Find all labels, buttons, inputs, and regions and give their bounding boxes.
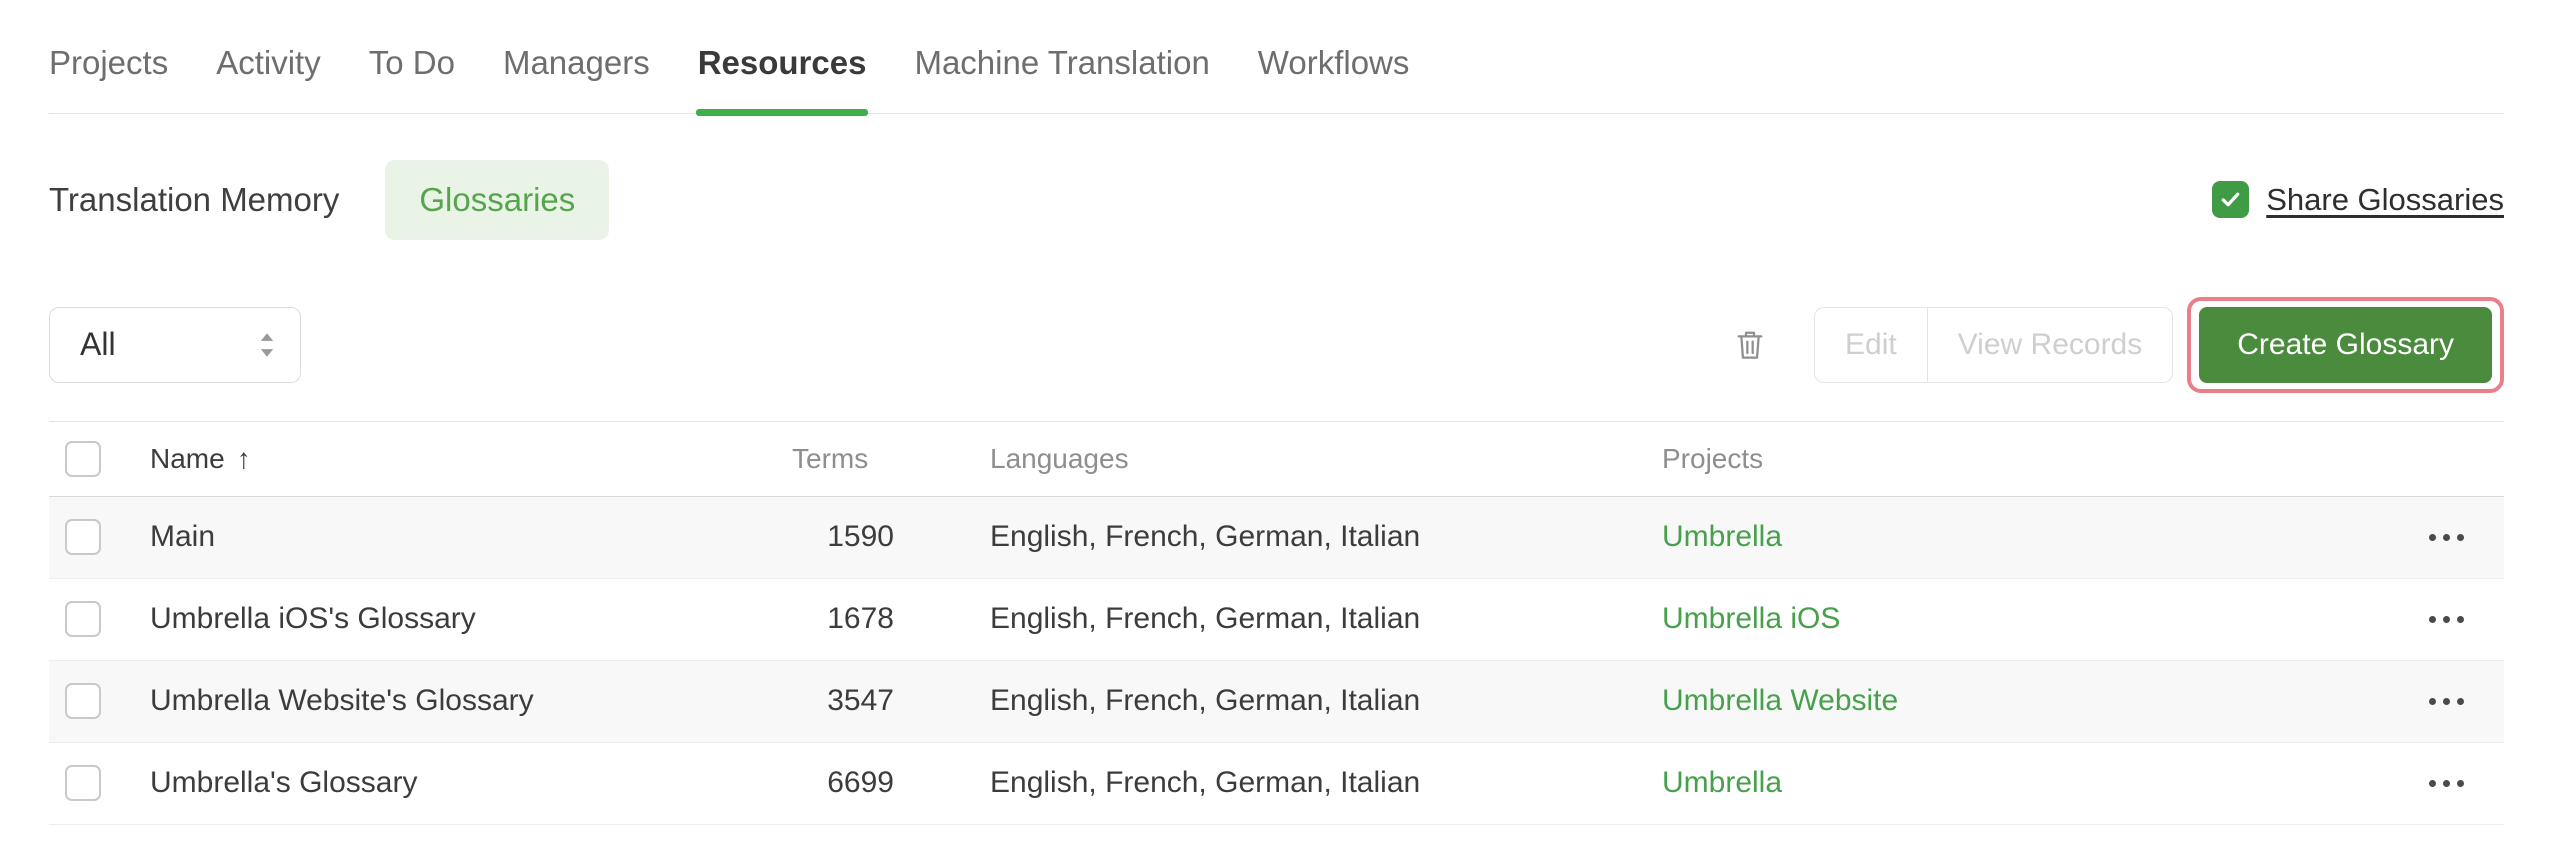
- row-checkbox[interactable]: [65, 519, 101, 556]
- resources-subheader: Translation Memory Glossaries Share Glos…: [49, 159, 2504, 240]
- tab-activity[interactable]: Activity: [216, 44, 321, 82]
- row-actions-button[interactable]: [2349, 743, 2464, 824]
- tab-translation-memory[interactable]: Translation Memory: [49, 181, 339, 219]
- create-glossary-highlight: Create Glossary: [2187, 296, 2504, 393]
- table-row: Umbrella Website's Glossary 3547 English…: [49, 660, 2504, 743]
- row-checkbox[interactable]: [65, 765, 101, 802]
- edit-button[interactable]: Edit: [1814, 306, 1927, 383]
- delete-button[interactable]: [1734, 327, 1766, 363]
- trash-icon: [1737, 331, 1763, 359]
- table-row: Main 1590 English, French, German, Itali…: [49, 496, 2504, 579]
- project-link[interactable]: Umbrella: [1662, 766, 1782, 799]
- create-glossary-button[interactable]: Create Glossary: [2199, 306, 2492, 383]
- column-header-name-label: Name: [150, 442, 225, 474]
- column-header-languages: Languages: [894, 420, 1662, 497]
- glossary-terms-count: 1590: [792, 496, 894, 579]
- glossary-name: Umbrella iOS's Glossary: [150, 578, 792, 661]
- row-checkbox[interactable]: [65, 601, 101, 638]
- glossary-filter-value: All: [80, 326, 116, 363]
- glossary-languages: English, French, German, Italian: [894, 742, 1662, 825]
- project-link[interactable]: Umbrella: [1662, 520, 1782, 553]
- table-header-row: Name ↑ Terms Languages Projects: [49, 420, 2504, 497]
- toolbar-actions: Edit View Records Create Glossary: [1734, 296, 2504, 393]
- main-nav: Projects Activity To Do Managers Resourc…: [49, 0, 2504, 116]
- glossary-name: Umbrella's Glossary: [150, 742, 792, 825]
- tab-glossaries[interactable]: Glossaries: [385, 159, 610, 240]
- table-row: Umbrella iOS's Glossary 1678 English, Fr…: [49, 578, 2504, 661]
- ellipsis-icon: [2429, 697, 2436, 705]
- glossary-filter-select[interactable]: All: [49, 306, 301, 383]
- column-header-name[interactable]: Name ↑: [150, 420, 792, 497]
- glossary-languages: English, French, German, Italian: [894, 660, 1662, 743]
- column-header-terms: Terms: [792, 420, 894, 497]
- row-actions-button[interactable]: [2349, 579, 2464, 660]
- glossary-languages: English, French, German, Italian: [894, 578, 1662, 661]
- column-header-projects: Projects: [1662, 420, 2349, 497]
- tab-to-do[interactable]: To Do: [369, 44, 455, 82]
- glossary-languages: English, French, German, Italian: [894, 496, 1662, 579]
- ellipsis-icon: [2429, 533, 2436, 541]
- row-checkbox[interactable]: [65, 683, 101, 720]
- glossary-terms-count: 1678: [792, 578, 894, 661]
- glossary-terms-count: 6699: [792, 742, 894, 825]
- glossary-name: Umbrella Website's Glossary: [150, 660, 792, 743]
- tab-projects[interactable]: Projects: [49, 44, 168, 82]
- share-glossaries-checkbox[interactable]: [2212, 181, 2250, 219]
- sort-ascending-icon: ↑: [236, 442, 251, 474]
- ellipsis-icon: [2429, 779, 2436, 787]
- tab-managers[interactable]: Managers: [503, 44, 650, 82]
- column-header-actions: [2349, 420, 2504, 497]
- table-row: Umbrella's Glossary 6699 English, French…: [49, 742, 2504, 825]
- ellipsis-icon: [2429, 615, 2436, 623]
- project-link[interactable]: Umbrella iOS: [1662, 602, 1840, 635]
- record-actions-group: Edit View Records: [1814, 306, 2174, 383]
- share-glossaries-label: Share Glossaries: [2266, 181, 2504, 217]
- glossary-terms-count: 3547: [792, 660, 894, 743]
- glossaries-toolbar: All Edit View Records Create Glossary: [49, 296, 2504, 393]
- row-actions-button[interactable]: [2349, 497, 2464, 578]
- project-link[interactable]: Umbrella Website: [1662, 684, 1898, 717]
- glossaries-table: Name ↑ Terms Languages Projects Main 1590…: [49, 420, 2504, 825]
- glossary-name: Main: [150, 496, 792, 579]
- select-chevrons-icon: [260, 333, 274, 357]
- glossaries-page: Projects Activity To Do Managers Resourc…: [49, 0, 2504, 825]
- view-records-button[interactable]: View Records: [1926, 306, 2174, 383]
- row-actions-button[interactable]: [2349, 661, 2464, 742]
- tab-machine-translation[interactable]: Machine Translation: [914, 44, 1209, 82]
- select-all-checkbox[interactable]: [65, 440, 101, 477]
- resources-subtabs: Translation Memory Glossaries: [49, 159, 610, 240]
- tab-workflows[interactable]: Workflows: [1258, 44, 1410, 82]
- tab-resources[interactable]: Resources: [695, 44, 869, 116]
- check-icon: [2221, 193, 2240, 207]
- share-glossaries-toggle[interactable]: Share Glossaries: [2212, 181, 2504, 219]
